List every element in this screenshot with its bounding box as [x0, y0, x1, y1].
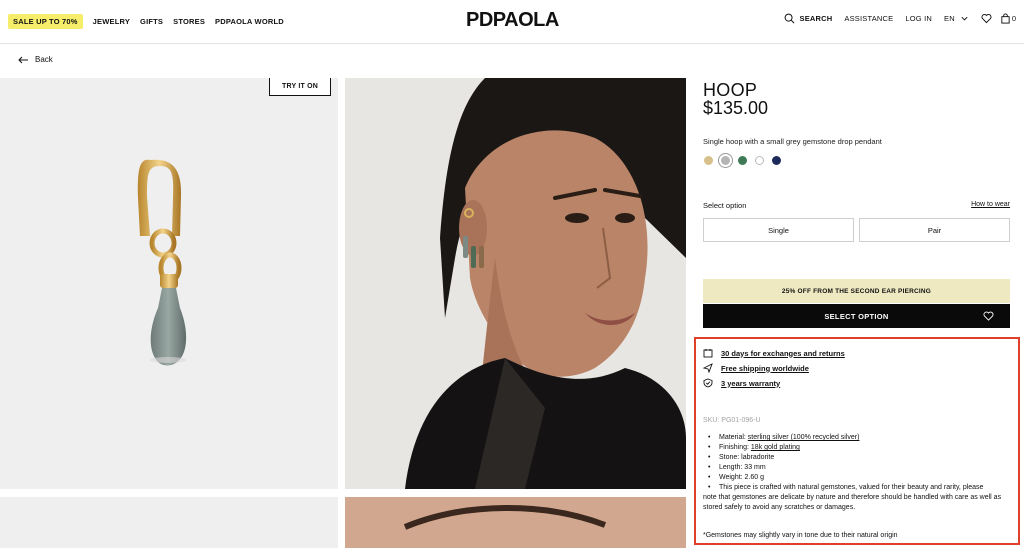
- earring-illustration: [137, 159, 187, 366]
- try-it-on-button[interactable]: TRY IT ON: [269, 78, 331, 96]
- gemstone-footnote: *Gemstones may slightly vary in tone due…: [703, 532, 898, 539]
- benefit-returns-label[interactable]: 30 days for exchanges and returns: [721, 349, 845, 358]
- language-selector[interactable]: EN: [944, 14, 969, 23]
- select-option-button[interactable]: SELECT OPTION: [703, 304, 1010, 328]
- material-link[interactable]: sterling silver (100% recycled silver): [748, 434, 860, 441]
- benefit-warranty[interactable]: 3 years warranty: [703, 378, 780, 388]
- main-nav: SALE UP TO 70% JEWELRY GIFTS STORES PDPA…: [8, 14, 284, 29]
- nav-jewelry[interactable]: JEWELRY: [93, 17, 130, 26]
- sale-link[interactable]: SALE UP TO 70%: [8, 14, 83, 29]
- spec-stone: Stone: labradorite: [703, 453, 1015, 463]
- spec-weight: Weight: 2.60 g: [703, 473, 1015, 483]
- benefit-warranty-label[interactable]: 3 years warranty: [721, 379, 780, 388]
- shield-icon: [703, 378, 713, 388]
- assistance-link[interactable]: ASSISTANCE: [844, 14, 893, 23]
- spec-length: Length: 33 mm: [703, 463, 1015, 473]
- product-image-4[interactable]: [345, 497, 686, 548]
- swatch-green[interactable]: [738, 156, 747, 165]
- select-option-button-label: SELECT OPTION: [824, 311, 889, 321]
- product-image-3[interactable]: [0, 497, 338, 548]
- select-option-label: Select option: [703, 201, 747, 210]
- product-price: $135.00: [703, 98, 769, 118]
- option-single-button[interactable]: Single: [703, 218, 854, 242]
- model-portrait-illustration: [345, 78, 686, 489]
- model-closeup-illustration: [345, 497, 686, 548]
- cart-button[interactable]: 0: [1000, 13, 1016, 24]
- product-description: Single hoop with a small grey gemstone d…: [703, 137, 882, 146]
- benefit-shipping-label[interactable]: Free shipping worldwide: [721, 364, 809, 373]
- nav-stores[interactable]: STORES: [173, 17, 205, 26]
- spec-gemstone-note: This piece is crafted with natural gemst…: [703, 483, 1015, 493]
- cart-count: 0: [1011, 14, 1016, 23]
- arrow-left-icon: [18, 56, 28, 63]
- site-header: SALE UP TO 70% JEWELRY GIFTS STORES PDPA…: [0, 0, 1024, 44]
- option-pair-button[interactable]: Pair: [859, 218, 1010, 242]
- plane-icon: [703, 363, 713, 373]
- spec-material: Material: sterling silver (100% recycled…: [703, 433, 1015, 443]
- swatch-white[interactable]: [755, 156, 764, 165]
- product-image-earring[interactable]: [0, 78, 338, 489]
- nav-pdpaola-world[interactable]: PDPAOLA WORLD: [215, 17, 284, 26]
- finishing-link[interactable]: 18k gold plating: [751, 444, 800, 451]
- utility-nav: SEARCH ASSISTANCE LOG IN EN 0: [772, 13, 1016, 24]
- search-label: SEARCH: [799, 14, 833, 23]
- brand-logo[interactable]: PDPAOLA: [466, 9, 559, 32]
- product-sku: SKU: PG01-096-U: [703, 417, 761, 424]
- back-link[interactable]: Back: [18, 55, 53, 64]
- back-label: Back: [35, 55, 53, 64]
- language-label: EN: [944, 14, 955, 23]
- calendar-icon: [703, 349, 713, 358]
- benefit-shipping[interactable]: Free shipping worldwide: [703, 363, 809, 373]
- benefit-returns[interactable]: 30 days for exchanges and returns: [703, 348, 845, 358]
- how-to-wear-link[interactable]: How to wear: [971, 201, 1010, 208]
- spec-finishing: Finishing: 18k gold plating: [703, 443, 1015, 453]
- search-icon: [784, 13, 794, 24]
- heart-icon[interactable]: [983, 311, 994, 321]
- nav-gifts[interactable]: GIFTS: [140, 17, 163, 26]
- chevron-down-icon: [961, 16, 968, 21]
- wishlist-button[interactable]: [981, 13, 992, 24]
- swatch-silver[interactable]: [721, 156, 730, 165]
- shopping-bag-icon: [1001, 13, 1010, 24]
- heart-icon: [981, 14, 992, 24]
- swatch-gold[interactable]: [704, 156, 713, 165]
- search-button[interactable]: SEARCH: [784, 13, 833, 24]
- product-specs: Material: sterling silver (100% recycled…: [703, 433, 1015, 493]
- gemstone-note-continued: note that gemstones are delicate by natu…: [703, 494, 1002, 511]
- swatch-navy[interactable]: [772, 156, 781, 165]
- promo-banner: 25% OFF FROM THE SECOND EAR PIERCING: [703, 279, 1010, 303]
- color-swatches: [704, 156, 789, 165]
- product-image-model[interactable]: [345, 78, 686, 489]
- login-link[interactable]: LOG IN: [905, 14, 932, 23]
